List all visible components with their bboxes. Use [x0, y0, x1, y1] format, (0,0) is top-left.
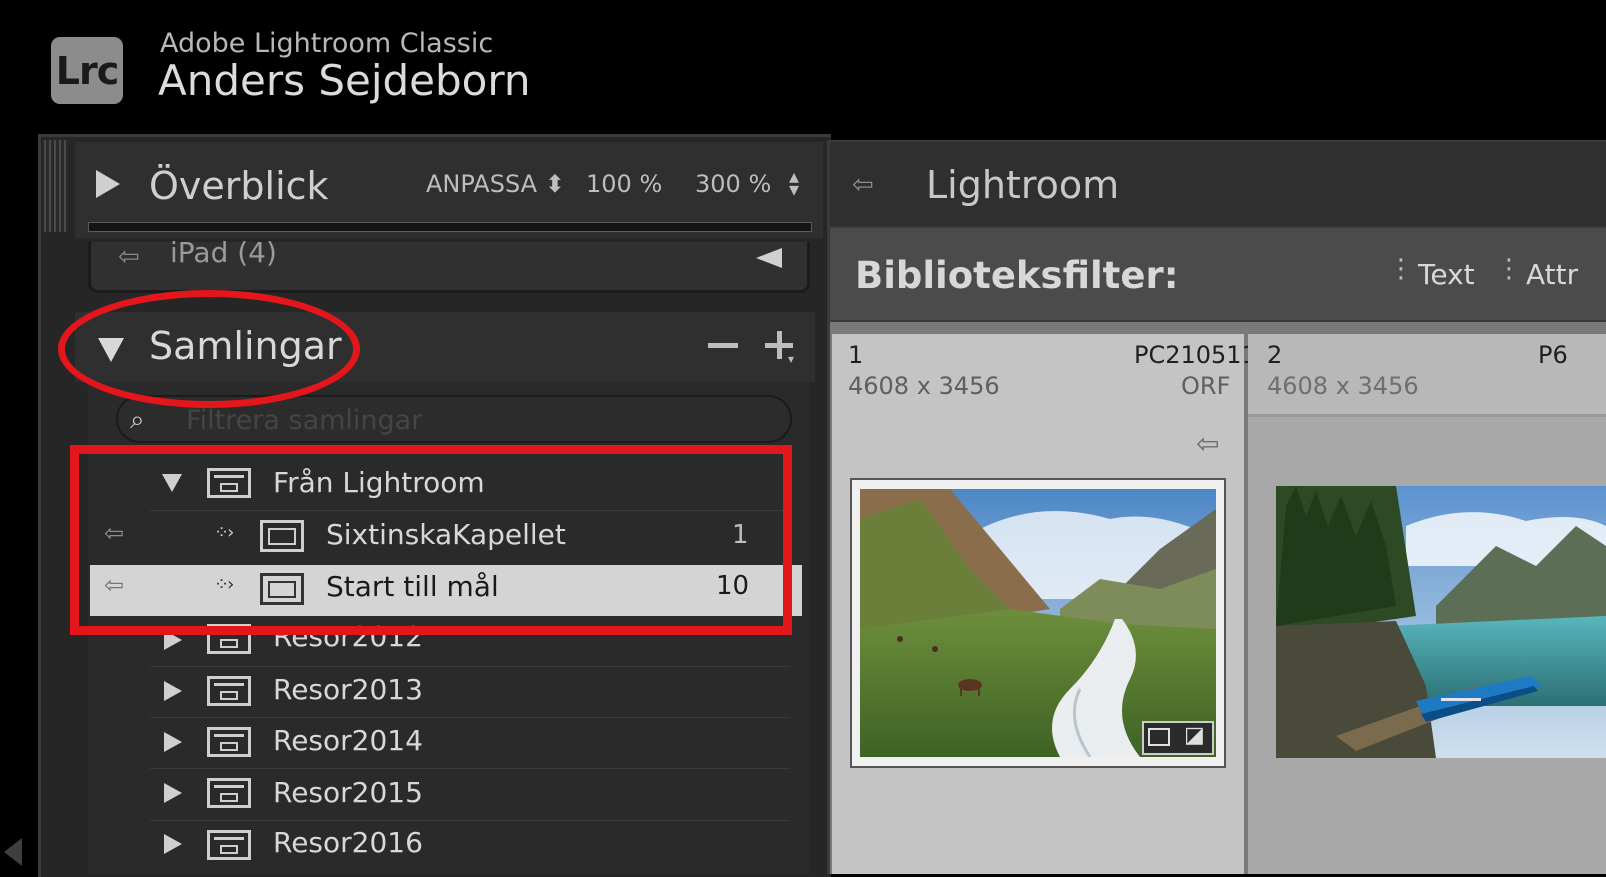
navigator-title[interactable]: Överblick: [149, 164, 329, 208]
expand-triangle-icon[interactable]: [164, 681, 182, 701]
user-name: Anders Sejdeborn: [158, 56, 531, 105]
highlight-ellipse: [58, 290, 360, 408]
sync-arrow-icon: ⇦: [118, 242, 140, 272]
app-logo: Lrc: [51, 37, 123, 104]
cell-divider: [1248, 414, 1606, 417]
collapse-left-icon[interactable]: [4, 838, 22, 866]
filter-attribute-tab[interactable]: Attr: [1526, 258, 1578, 291]
library-filter-label: Biblioteksfilter:: [855, 254, 1179, 297]
photo-thumbnail-lake[interactable]: [1276, 486, 1606, 758]
app-name: Adobe Lightroom Classic: [160, 28, 494, 59]
expand-triangle-icon[interactable]: [164, 732, 182, 752]
cell-dimensions: 4608 x 3456: [1267, 372, 1419, 400]
collection-set-icon: [207, 830, 251, 860]
source-title: Lightroom: [926, 163, 1120, 207]
cell-extension: ORF: [1181, 372, 1231, 400]
collection-set-icon: [207, 778, 251, 808]
zoom-fit-option[interactable]: ANPASSA ⬍: [426, 170, 565, 198]
stack-icon: [1148, 728, 1170, 746]
panel-grip[interactable]: [44, 140, 68, 232]
collection-set-label: Resor2014: [273, 724, 423, 757]
collection-set-icon: [207, 727, 251, 757]
sync-arrow-icon: ⇦: [852, 170, 874, 200]
collection-set-icon: [207, 676, 251, 706]
collection-set-label: Resor2013: [273, 673, 423, 706]
collection-set-row[interactable]: [90, 718, 802, 769]
sync-arrow-icon: ⇦: [1196, 427, 1220, 460]
filter-text-tab[interactable]: Text: [1418, 258, 1475, 291]
filter-separator: ⋮: [1388, 254, 1414, 284]
collection-set-label: Resor2015: [273, 776, 423, 809]
remove-collection-button[interactable]: [708, 343, 738, 348]
cell-index: 1: [848, 341, 864, 369]
collection-set-row[interactable]: [90, 667, 802, 718]
develop-adjust-icon: ◪: [1184, 723, 1205, 748]
cell-filename: PC210511: [1134, 341, 1257, 369]
zoom-stepper-icon[interactable]: ▴ ▾: [789, 166, 799, 199]
collapse-triangle-icon[interactable]: [756, 248, 782, 268]
search-placeholder: Filtrera samlingar: [186, 405, 423, 436]
cell-index: 2: [1267, 341, 1283, 369]
expand-triangle-icon[interactable]: [164, 834, 182, 854]
collection-set-label: Resor2016: [273, 826, 423, 859]
filter-separator: ⋮: [1496, 254, 1522, 284]
navigator-preview[interactable]: [88, 222, 812, 232]
add-icon: [777, 331, 782, 359]
zoom-300-option[interactable]: 300 %: [695, 170, 771, 198]
caret-down-icon: ▾: [788, 352, 795, 366]
cell-dimensions: 4608 x 3456: [848, 372, 1000, 400]
cell-filename: P6: [1538, 341, 1568, 369]
expand-triangle-icon[interactable]: [164, 783, 182, 803]
zoom-fit-label: ANPASSA: [426, 170, 538, 198]
photo-thumbnail-valley[interactable]: [860, 489, 1216, 757]
updown-icon: ⬍: [537, 170, 565, 198]
zoom-100-option[interactable]: 100 %: [586, 170, 662, 198]
publish-service-label: iPad (4): [170, 236, 277, 269]
expand-triangle-icon[interactable]: [96, 170, 120, 198]
search-icon[interactable]: ⌕: [130, 405, 145, 436]
highlight-rectangle: [70, 445, 792, 635]
collection-set-row[interactable]: [90, 769, 802, 820]
collection-set-row[interactable]: [90, 821, 802, 874]
